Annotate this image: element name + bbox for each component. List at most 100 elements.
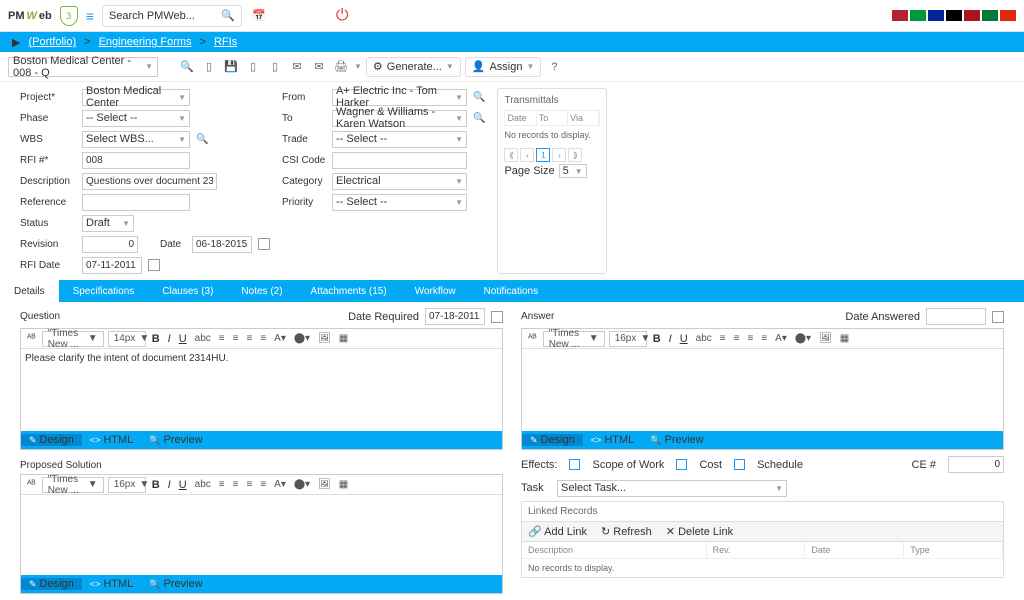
linked-records: Linked Records 🔗 Add Link ↻ Refresh ✕ De…: [521, 501, 1004, 578]
size-select[interactable]: 14px▼: [108, 331, 146, 347]
pager[interactable]: ⟪‹1›⟫: [504, 148, 600, 162]
save-icon[interactable]: 💾: [222, 58, 240, 76]
proposed-editor[interactable]: ᴬᴮ"Times New ...▼16px▼BIUabc≡≡≡≡A▾⬤▾🖼▦ ✎…: [20, 474, 503, 594]
rfidate-field[interactable]: [82, 257, 142, 274]
project-field[interactable]: Boston Medical Center▼: [82, 89, 190, 106]
global-search[interactable]: Search PMWeb... 🔍: [102, 5, 242, 27]
calendar-icon[interactable]: [258, 238, 270, 250]
question-editor[interactable]: ᴬᴮ"Times New ...▼14px▼BIUabc≡≡≡≡A▾⬤▾🖼▦ P…: [20, 328, 503, 450]
refresh-btn[interactable]: ↻ Refresh: [601, 525, 652, 538]
bc-engineering[interactable]: Engineering Forms: [99, 36, 192, 48]
lbl-status: Status: [20, 218, 76, 229]
tab-details[interactable]: Details: [0, 280, 59, 302]
font-select[interactable]: "Times New ...▼: [42, 331, 104, 347]
trade-field[interactable]: -- Select --▼: [332, 131, 467, 148]
spellcheck-icon[interactable]: ᴬᴮ: [526, 333, 539, 344]
lbl-ref: Reference: [20, 197, 76, 208]
flag-es[interactable]: [964, 10, 980, 21]
flag-us[interactable]: [892, 10, 908, 21]
proposed-title: Proposed Solution: [20, 460, 102, 471]
hamburger-icon[interactable]: ≡: [86, 8, 94, 24]
spellcheck-icon[interactable]: ᴬᴮ: [25, 479, 38, 490]
flag-de[interactable]: [946, 10, 962, 21]
logo: PMWeb: [8, 10, 52, 22]
lbl-date: Date: [160, 239, 186, 250]
from-search-icon[interactable]: 🔍: [473, 92, 485, 103]
from-field[interactable]: A+ Electric Inc - Tom Harker▼: [332, 89, 467, 106]
flag-cn[interactable]: [1000, 10, 1016, 21]
preview-mode[interactable]: 🔍 Preview: [141, 434, 210, 446]
cb-schedule[interactable]: [734, 459, 745, 470]
rfi-field[interactable]: [82, 152, 190, 169]
status-field[interactable]: Draft▼: [82, 215, 134, 232]
ref-field[interactable]: [82, 194, 190, 211]
reply-icon[interactable]: ✉: [310, 58, 328, 76]
linked-empty: No records to display.: [522, 559, 1003, 577]
project-selector[interactable]: Boston Medical Center - 008 - Q▼: [8, 57, 158, 77]
logo-w: W: [27, 10, 37, 22]
detail-tabs: Details Specifications Clauses (3) Notes…: [0, 280, 1024, 302]
proposed-body[interactable]: [21, 495, 502, 575]
assign-button[interactable]: 👤Assign▼: [465, 57, 542, 77]
html-mode[interactable]: <> HTML: [82, 434, 141, 446]
date-field[interactable]: [192, 236, 252, 253]
search-placeholder: Search PMWeb...: [109, 10, 195, 22]
print-icon[interactable]: 🖨: [332, 58, 350, 76]
tab-workflow[interactable]: Workflow: [401, 280, 470, 302]
search-icon[interactable]: 🔍: [178, 58, 196, 76]
tab-attachments[interactable]: Attachments (15): [297, 280, 401, 302]
language-flags[interactable]: [892, 10, 1016, 21]
flag-sa[interactable]: [982, 10, 998, 21]
add-link-btn[interactable]: 🔗 Add Link: [528, 525, 587, 538]
lbl-rfidate: RFI Date: [20, 260, 76, 271]
question-body[interactable]: Please clarify the intent of document 23…: [21, 349, 502, 431]
wbs-search-icon[interactable]: 🔍: [196, 134, 208, 145]
lbl-wbs: WBS: [20, 134, 76, 145]
cb-sow[interactable]: [569, 459, 580, 470]
answer-editor[interactable]: ᴬᴮ"Times New ...▼16px▼BIUabc≡≡≡≡A▾⬤▾🖼▦ ✎…: [521, 328, 1004, 450]
lbl-cat: Category: [282, 176, 326, 187]
calendar-icon[interactable]: [148, 259, 160, 271]
tab-specifications[interactable]: Specifications: [59, 280, 149, 302]
desc-field[interactable]: [82, 173, 217, 190]
spellcheck-icon[interactable]: ᴬᴮ: [25, 333, 38, 344]
top-bar: PMWeb 3 ≡ Search PMWeb... 🔍 📅 ⏻: [0, 0, 1024, 32]
rev-field[interactable]: [82, 236, 138, 253]
task-select[interactable]: Select Task...▼: [557, 480, 787, 497]
date-answered[interactable]: [926, 308, 986, 325]
lbl-trade: Trade: [282, 134, 326, 145]
design-mode[interactable]: ✎ Design: [21, 434, 82, 446]
generate-button[interactable]: ⚙Generate...▼: [366, 57, 461, 77]
date-required[interactable]: [425, 308, 485, 325]
email-icon[interactable]: ✉: [288, 58, 306, 76]
tablet-icon[interactable]: ▯: [200, 58, 218, 76]
tab-notes[interactable]: Notes (2): [227, 280, 296, 302]
wbs-field[interactable]: Select WBS...▼: [82, 131, 190, 148]
bc-portfolio[interactable]: (Portfolio): [28, 36, 76, 48]
csi-field[interactable]: [332, 152, 467, 169]
help-icon[interactable]: ?: [545, 58, 563, 76]
bc-rfis[interactable]: RFIs: [214, 36, 237, 48]
details-area: Question Date Required ᴬᴮ"Times New ...▼…: [0, 302, 1024, 600]
copy-icon[interactable]: ▯: [266, 58, 284, 76]
calendar-btn[interactable]: 📅: [250, 7, 268, 25]
calendar-icon[interactable]: [491, 311, 503, 323]
delete-link-btn[interactable]: ✕ Delete Link: [666, 525, 733, 538]
phase-field[interactable]: -- Select --▼: [82, 110, 190, 127]
to-field[interactable]: Wagner & Williams - Karen Watson▼: [332, 110, 467, 127]
power-icon[interactable]: ⏻: [336, 7, 349, 25]
to-search-icon[interactable]: 🔍: [473, 113, 485, 124]
flag-fr[interactable]: [928, 10, 944, 21]
answer-body[interactable]: [522, 349, 1003, 431]
flag-br[interactable]: [910, 10, 926, 21]
ce-number[interactable]: [948, 456, 1004, 473]
cb-cost[interactable]: [676, 459, 687, 470]
calendar-icon[interactable]: [992, 311, 1004, 323]
pri-field[interactable]: -- Select --▼: [332, 194, 467, 211]
save-alt-icon[interactable]: ▯: [244, 58, 262, 76]
tab-notifications[interactable]: Notifications: [470, 280, 552, 302]
shield-badge[interactable]: 3: [60, 6, 78, 26]
cat-field[interactable]: Electrical▼: [332, 173, 467, 190]
search-icon: 🔍: [221, 9, 235, 22]
tab-clauses[interactable]: Clauses (3): [148, 280, 227, 302]
